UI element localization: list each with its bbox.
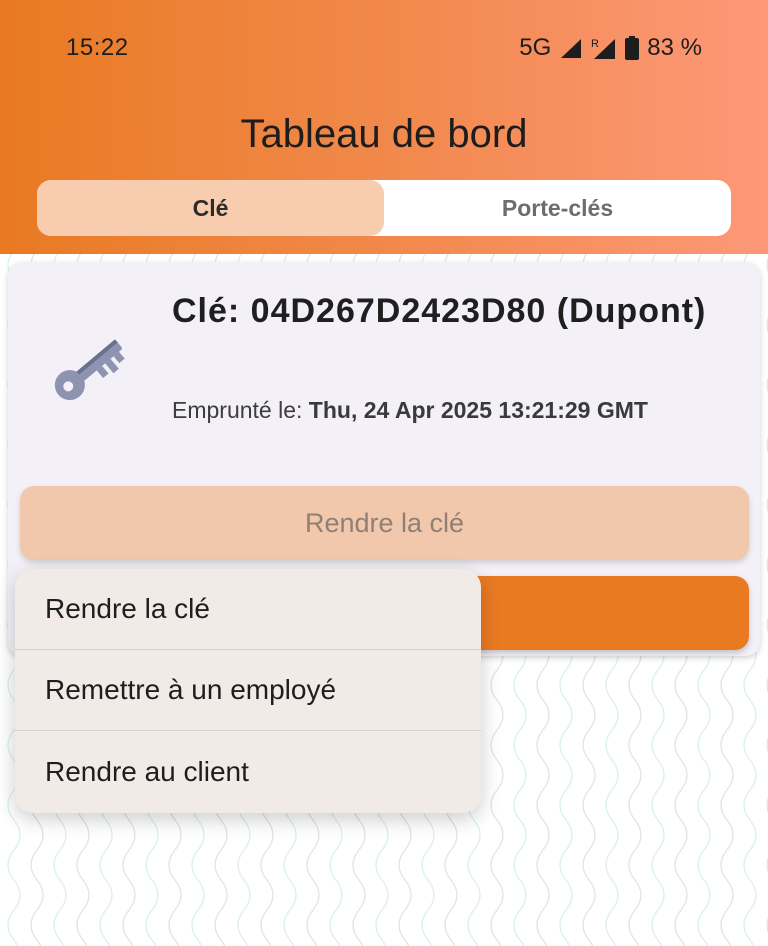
status-indicators: 5G R 83 % xyxy=(519,34,702,62)
page-title: Tableau de bord xyxy=(240,112,528,156)
borrowed-info: Emprunté le: Thu, 24 Apr 2025 13:21:29 G… xyxy=(172,392,712,428)
status-bar: 15:22 5G R 83 % xyxy=(0,0,768,96)
menu-item-give-to-employee[interactable]: Remettre à un employé xyxy=(15,650,481,731)
tab-keyring[interactable]: Porte-clés xyxy=(384,180,731,236)
menu-item-return-to-client[interactable]: Rendre au client xyxy=(15,731,481,812)
battery-level: 83 % xyxy=(647,34,702,61)
context-menu: Rendre la clé Remettre à un employé Rend… xyxy=(15,569,481,813)
screen: 15:22 5G R 83 % Tableau de bord Clé Port… xyxy=(0,0,768,946)
status-time: 15:22 xyxy=(66,34,129,61)
segmented-control: Clé Porte-clés xyxy=(37,180,731,236)
key-title: Clé: 04D267D2423D80 (Dupont) xyxy=(172,292,707,330)
battery-icon xyxy=(625,36,640,60)
app-header: 15:22 5G R 83 % Tableau de bord Clé Port… xyxy=(0,0,768,254)
key-icon xyxy=(54,339,125,401)
roaming-signal-icon: R xyxy=(591,38,616,59)
borrowed-label: Emprunté le: xyxy=(172,397,303,423)
tab-key[interactable]: Clé xyxy=(37,180,384,236)
borrowed-date: Thu, 24 Apr 2025 13:21:29 GMT xyxy=(308,397,648,423)
return-key-button[interactable]: Rendre la clé xyxy=(20,486,749,560)
menu-item-return-key[interactable]: Rendre la clé xyxy=(15,569,481,650)
signal-icon xyxy=(561,39,582,58)
svg-text:R: R xyxy=(591,38,599,50)
network-type: 5G xyxy=(519,34,552,61)
